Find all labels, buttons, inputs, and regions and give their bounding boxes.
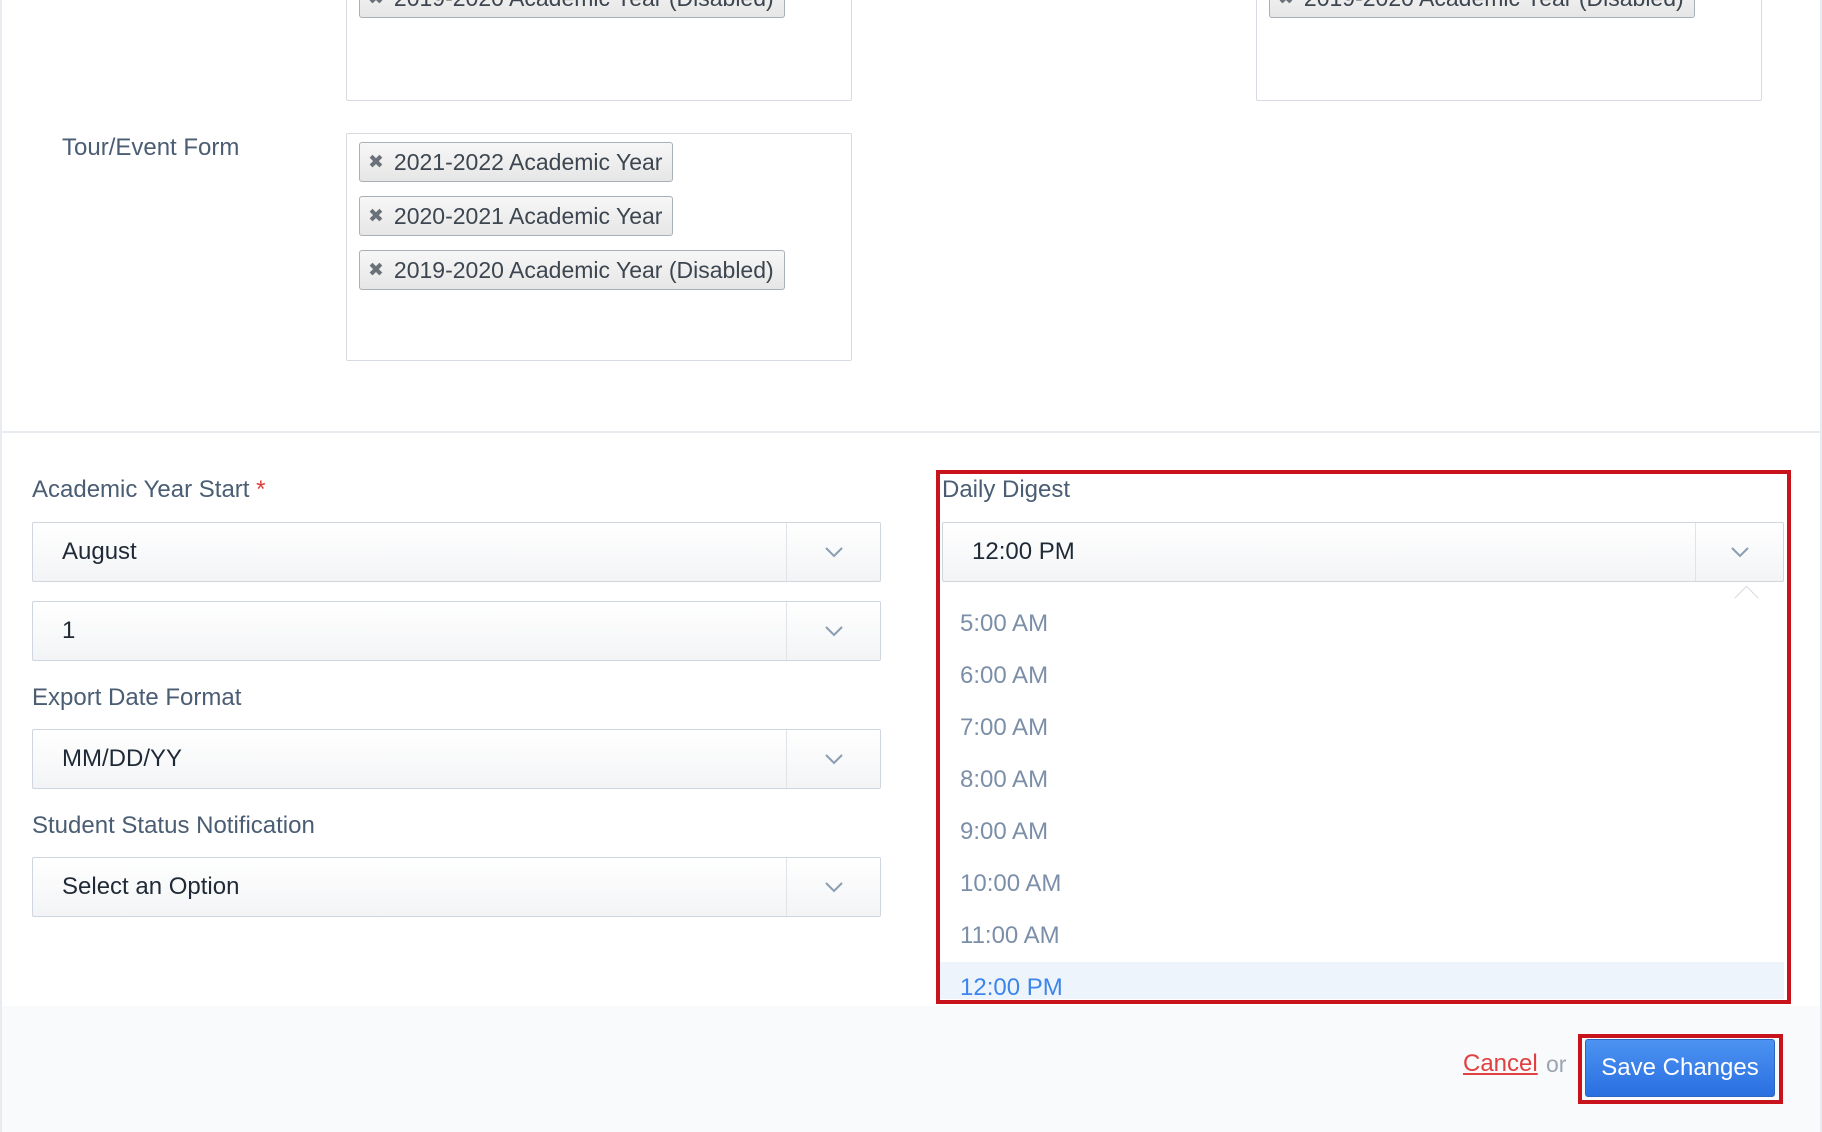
tag-label: 2020-2021 Academic Year xyxy=(393,202,663,229)
section-divider xyxy=(2,431,1820,433)
select-value: MM/DD/YY xyxy=(62,745,182,772)
tag-chip: ✖ 2019-2020 Academic Year (Disabled) xyxy=(359,250,785,290)
chevron-down-icon[interactable] xyxy=(786,602,880,660)
academic-year-start-label: Academic Year Start * xyxy=(32,476,265,504)
tag-label: 2021-2022 Academic Year xyxy=(393,148,663,175)
x-icon[interactable]: ✖ xyxy=(368,259,384,282)
save-button-highlight-box xyxy=(1578,1034,1783,1104)
cancel-link[interactable]: Cancel xyxy=(1463,1050,1538,1078)
tour-event-form-tag-box[interactable]: ✖ 2021-2022 Academic Year ✖ 2020-2021 Ac… xyxy=(346,133,852,361)
select-value: August xyxy=(62,538,137,565)
tag-chip: ✖ 2019-2020 Academic Year (Disabled) xyxy=(1269,0,1695,18)
tag-label: 2019-2020 Academic Year (Disabled) xyxy=(394,0,774,12)
or-text: or xyxy=(1546,1051,1567,1077)
x-icon[interactable]: ✖ xyxy=(368,205,384,228)
export-date-format-select[interactable]: MM/DD/YY xyxy=(32,729,881,789)
tag-chip: ✖ 2019-2020 Academic Year (Disabled) xyxy=(359,0,785,18)
chevron-down-icon[interactable] xyxy=(786,730,880,788)
export-date-format-label: Export Date Format xyxy=(32,684,242,711)
select-value: 1 xyxy=(62,617,76,644)
x-icon[interactable]: ✖ xyxy=(368,151,384,174)
academic-year-start-label-text: Academic Year Start xyxy=(32,476,250,503)
tour-event-form-label: Tour/Event Form xyxy=(62,134,240,161)
tag-chip: ✖ 2021-2022 Academic Year xyxy=(359,142,674,182)
tag-box-top-left[interactable]: ✖ 2019-2020 Academic Year (Disabled) xyxy=(346,0,852,101)
x-icon[interactable]: ✖ xyxy=(368,0,384,10)
chevron-down-icon[interactable] xyxy=(786,858,880,916)
required-marker: * xyxy=(256,476,266,503)
student-status-notification-label: Student Status Notification xyxy=(32,812,315,839)
academic-year-start-month-select[interactable]: August xyxy=(32,522,881,582)
student-status-notification-select[interactable]: Select an Option xyxy=(32,857,881,917)
tag-box-top-right[interactable]: ✖ 2019-2020 Academic Year (Disabled) xyxy=(1256,0,1762,101)
tag-label: 2019-2020 Academic Year (Disabled) xyxy=(1304,0,1684,12)
tag-label: 2019-2020 Academic Year (Disabled) xyxy=(393,256,774,283)
daily-digest-highlight-box xyxy=(936,470,1791,1004)
academic-year-start-day-select[interactable]: 1 xyxy=(32,601,881,661)
tag-chip: ✖ 2020-2021 Academic Year xyxy=(359,196,674,236)
select-value: Select an Option xyxy=(62,873,240,900)
x-icon[interactable]: ✖ xyxy=(1278,0,1294,10)
left-border xyxy=(0,0,2,1132)
chevron-down-icon[interactable] xyxy=(786,523,880,581)
